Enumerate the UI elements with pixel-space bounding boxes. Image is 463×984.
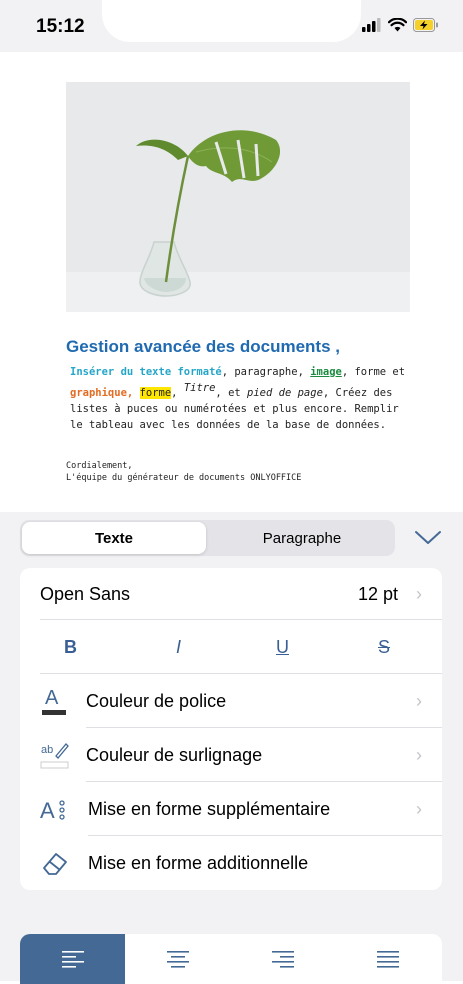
chevron-right-icon: › — [416, 744, 422, 765]
body-text-span: , — [171, 387, 184, 399]
align-left-button[interactable] — [20, 934, 125, 984]
chevron-right-icon: › — [416, 690, 422, 711]
signal-icon — [362, 18, 381, 32]
font-color-row[interactable]: A Couleur de police › — [20, 674, 442, 728]
italic-button[interactable]: I — [176, 637, 181, 658]
svg-text:A: A — [40, 798, 55, 823]
wifi-icon — [388, 18, 407, 32]
segmented-control: Texte Paragraphe — [20, 520, 395, 556]
highlight-color-label: Couleur de surlignage — [86, 744, 263, 765]
highlighted-shape-span: forme — [139, 387, 172, 399]
font-row[interactable]: Open Sans 12 pt › — [20, 568, 442, 620]
document-signature[interactable]: Cordialement, L'équipe du générateur de … — [66, 460, 301, 484]
highlight-color-row[interactable]: ab Couleur de surlignage › — [20, 728, 442, 782]
strikethrough-button[interactable]: S — [378, 637, 390, 658]
document-canvas[interactable]: Gestion avancée des documents , Insérer … — [0, 52, 463, 512]
underline-button[interactable]: U — [276, 637, 289, 658]
status-icons — [362, 18, 439, 32]
collapse-chevron-icon[interactable] — [413, 526, 443, 550]
bold-button[interactable]: B — [64, 637, 77, 658]
svg-text:A: A — [45, 687, 59, 709]
align-right-icon — [271, 951, 294, 968]
format-buttons-row: B I U S — [20, 620, 442, 674]
font-size: 12 pt — [357, 583, 398, 604]
svg-text:ab: ab — [41, 744, 53, 756]
align-center-button[interactable] — [125, 934, 230, 984]
extra-formatting-label: Mise en forme supplémentaire — [88, 798, 331, 819]
align-right-button[interactable] — [230, 934, 335, 984]
align-left-icon — [61, 951, 84, 968]
formatted-text-span: Insérer du texte formaté — [70, 366, 222, 378]
body-text-span: , paragraphe, — [221, 366, 311, 378]
alignment-toolbar — [20, 934, 442, 984]
format-card: Open Sans 12 pt › B I U S A Couleur de p… — [20, 568, 442, 890]
tab-text[interactable]: Texte — [22, 522, 206, 554]
extra-formatting-row[interactable]: A Mise en forme supplémentaire › — [20, 782, 442, 836]
body-text-span: , et — [215, 387, 248, 399]
chevron-right-icon: › — [416, 583, 422, 604]
highlight-color-icon: ab — [40, 743, 69, 769]
eraser-icon — [43, 853, 67, 875]
font-color-label: Couleur de police — [86, 690, 227, 711]
signature-line: L'équipe du générateur de documents ONLY… — [66, 473, 302, 483]
align-justify-icon — [376, 951, 399, 968]
document-title[interactable]: Gestion avancée des documents , — [66, 337, 340, 357]
superscript-title-span: Titre — [183, 382, 216, 394]
document-image[interactable] — [66, 82, 410, 312]
notch — [102, 0, 361, 42]
battery-charging-icon — [413, 18, 438, 32]
italic-footer-span: pied de page — [247, 387, 323, 399]
body-text-span: , forme et — [341, 366, 406, 378]
additional-formatting-label: Mise en forme additionnelle — [88, 852, 309, 873]
format-panel: Texte Paragraphe Open Sans 12 pt › B I U… — [0, 512, 463, 984]
tab-paragraph[interactable]: Paragraphe — [210, 522, 394, 554]
document-paragraph[interactable]: Insérer du texte formaté, paragraphe, im… — [70, 364, 410, 433]
font-name: Open Sans — [40, 583, 131, 604]
chevron-right-icon: › — [416, 798, 422, 819]
clear-formatting-row[interactable]: Mise en forme additionnelle — [20, 836, 442, 890]
signature-line: Cordialement, — [66, 461, 133, 471]
align-center-icon — [166, 951, 189, 968]
superscript-format-icon: A — [40, 798, 65, 823]
align-justify-button[interactable] — [335, 934, 440, 984]
graphic-span: graphique, — [70, 387, 134, 399]
status-time: 15:12 — [36, 16, 85, 37]
font-color-icon: A — [42, 687, 66, 715]
plant-vase-image — [66, 82, 410, 312]
image-link-span: image — [310, 366, 342, 378]
status-bar: 15:12 — [0, 0, 463, 52]
body-text-span — [133, 387, 139, 399]
